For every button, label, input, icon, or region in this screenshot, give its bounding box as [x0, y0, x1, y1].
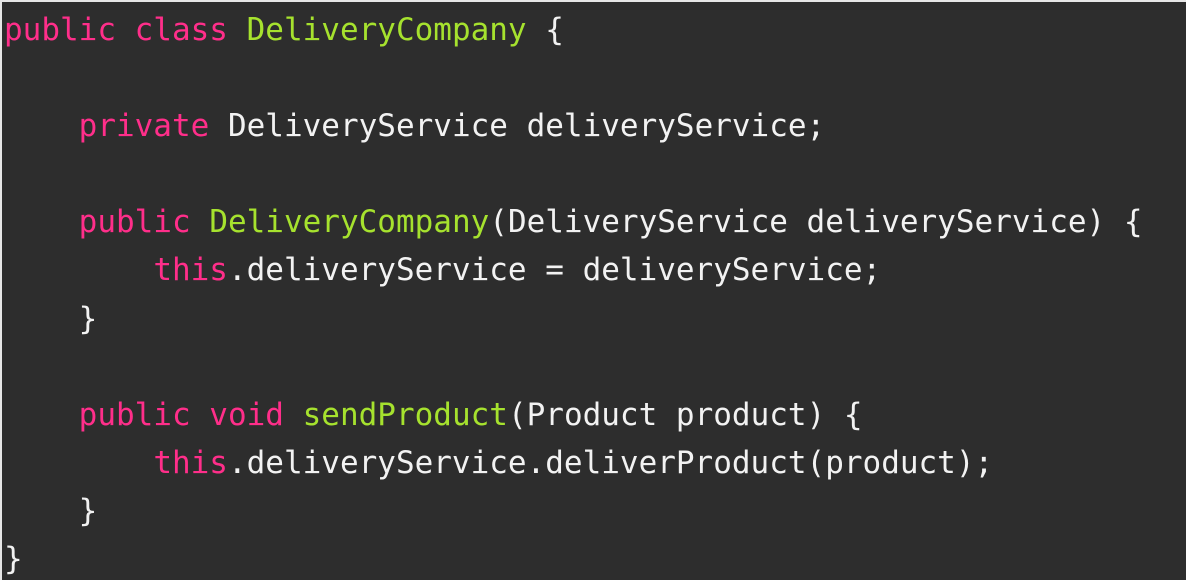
code-line: public void sendProduct(Product product)… — [4, 391, 1143, 439]
code-token-keyword: public — [78, 204, 191, 241]
code-line: this.deliveryService.deliverProduct(prod… — [4, 439, 1143, 487]
code-token-plain: } — [4, 300, 98, 337]
code-token-plain: .deliveryService.deliverProduct(product)… — [227, 444, 994, 481]
code-token-identifier: DeliveryCompany — [209, 204, 490, 241]
code-line: private DeliveryService deliveryService; — [4, 102, 1143, 150]
code-token-plain: (DeliveryService deliveryService) { — [489, 204, 1143, 241]
code-token-keyword: this — [153, 444, 228, 481]
code-token-keyword: this — [153, 252, 228, 289]
code-block: public class DeliveryCompany { private D… — [4, 6, 1143, 580]
code-editor[interactable]: public class DeliveryCompany { private D… — [0, 0, 1186, 580]
code-line: } — [4, 535, 1143, 580]
code-token-identifier: DeliveryCompany — [246, 12, 527, 48]
code-token-keyword: private — [78, 108, 210, 145]
code-token-plain: DeliveryService deliveryService; — [209, 108, 826, 145]
code-line: this.deliveryService = deliveryService; — [4, 246, 1143, 294]
code-token-plain: (Product product) { — [507, 396, 863, 433]
code-line: } — [4, 295, 1143, 343]
code-line: public class DeliveryCompany { — [4, 6, 1143, 54]
code-token-keyword: public void — [78, 396, 284, 433]
code-token-identifier: sendProduct — [302, 396, 508, 433]
code-line: public DeliveryCompany(DeliveryService d… — [4, 198, 1143, 246]
code-token-plain: .deliveryService = deliveryService; — [227, 252, 882, 289]
code-line: } — [4, 487, 1143, 535]
code-token-plain: { — [526, 12, 564, 48]
code-token-plain: } — [4, 541, 23, 578]
code-token-keyword: public class — [4, 12, 247, 48]
code-token-plain: } — [4, 492, 98, 529]
